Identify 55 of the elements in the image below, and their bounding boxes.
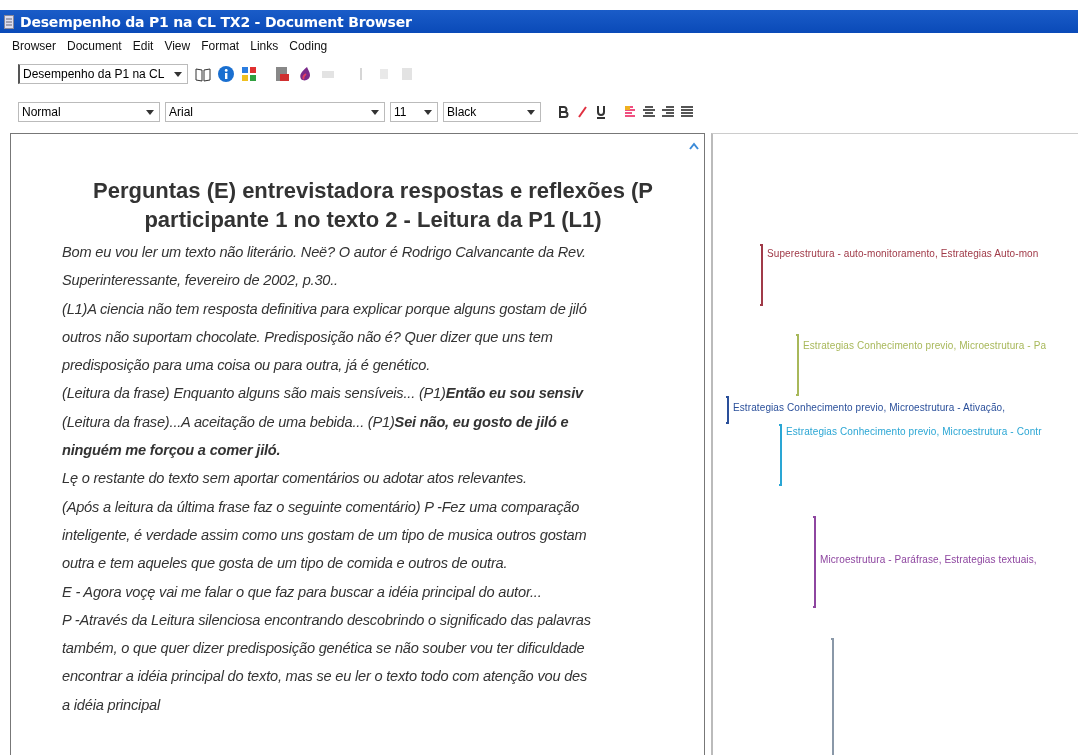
document-icon — [4, 14, 14, 29]
color-dropdown[interactable]: Black — [443, 102, 541, 122]
scroll-up-icon[interactable] — [689, 142, 699, 150]
text-line: predisposição para uma coisa ou para outra, já é genético. — [62, 356, 432, 376]
underline-icon[interactable] — [594, 105, 608, 119]
code-label: Estrategias Conhecimento previo, Microestrutura - Contr — [786, 426, 1042, 437]
menu-item[interactable]: View — [164, 39, 191, 59]
font-size-dropdown[interactable]: 11 — [390, 102, 438, 122]
caret-icon — [424, 109, 432, 115]
info-icon[interactable] — [218, 66, 234, 82]
menu-item[interactable]: Browser — [12, 39, 56, 59]
text-line: outros não suportam chocolate. Predisposição não é? Quer dizer que uns tem — [62, 327, 554, 347]
text-line: outra e tem aqueles que gosta de um tipo de comida e outros de outra. — [62, 554, 509, 574]
font-dropdown[interactable]: Arial — [165, 102, 385, 122]
text-line: Lę o restante do texto sem aportar comentários ou adotar atos relevantes. — [62, 469, 528, 489]
code-label: Microestrutura - Paráfrase, Estrategias textuais, — [820, 554, 1037, 565]
code-label: Estrategias Conhecimento previo, Microestrutura - Ativação, — [733, 402, 1006, 413]
caret-icon — [527, 109, 535, 115]
document-dropdown[interactable]: Desempenho da P1 na CL — [18, 64, 188, 84]
book-icon[interactable] — [195, 66, 211, 82]
menu-item[interactable]: Document — [67, 39, 122, 59]
menu-item[interactable]: Format — [201, 39, 240, 59]
text-line: inteligente, é verdade assim como uns gostam de um tipo de musica outros gostam — [62, 525, 588, 545]
menu-item[interactable]: Coding — [289, 39, 328, 59]
text-line: Superinteressante, fevereiro de 2002, p.30.. — [62, 271, 339, 291]
window-title: Desempenho da P1 na CL TX2 - Document Browser — [20, 13, 412, 30]
text-line: (Após a leitura da última frase faz o seguinte comentário) P -Fez uma comparação — [62, 497, 581, 517]
document-heading: Perguntas (E) entrevistadora respostas e reflexões (P participante 1 no texto 2 - Leitura da P1 (L1) — [92, 177, 654, 234]
menu-item[interactable]: Edit — [132, 39, 154, 59]
text-line: (Leitura da frase) Enquanto alguns são mais sensíveis... (P1)Então eu sou sensiv — [62, 384, 585, 404]
text-line: P -Através da Leitura silenciosa encontrando descobrindo o significado das palavras — [62, 610, 592, 630]
caret-icon — [146, 109, 154, 115]
code-label: Superestrutura - auto-monitoramento, Estrategias Auto-mon — [767, 248, 1039, 259]
caret-icon — [371, 109, 379, 115]
align-right-icon[interactable] — [661, 105, 675, 119]
bold-icon[interactable] — [556, 105, 570, 119]
highlight-icon[interactable] — [623, 105, 637, 119]
style-dropdown[interactable]: Normal — [18, 102, 160, 122]
text-line: (Leitura da frase)...A aceitação de uma bebida... (P1)Sei não, eu gosto de jiló e — [62, 412, 570, 432]
text-line: a idéia principal — [62, 695, 162, 715]
justify-icon[interactable] — [680, 105, 694, 119]
text-line: encontrar a idéia principal do texto, mas se eu ler o texto todo com atenção vou des — [62, 667, 589, 687]
text-line: E - Agora voçę vai me falar o que faz para buscar a idéia principal do autor... — [62, 582, 543, 602]
caret-icon — [174, 71, 182, 77]
text-line: Bom eu vou ler um texto não literário. Neë? O autor é Rodrigo Calvancante da Rev. — [62, 243, 587, 262]
text-line: ninguém me forçou a comer jiló. — [62, 441, 282, 461]
ink-drop-icon[interactable] — [297, 66, 313, 82]
text-line: também, o que quer dizer predisposição genética se não souber vou ter dificuldade — [62, 639, 586, 659]
color-grid-icon[interactable] — [241, 66, 257, 82]
code-label: Estrategias Conhecimento previo, Microestrutura - Pa — [803, 340, 1047, 351]
align-center-icon[interactable] — [642, 105, 656, 119]
italic-icon[interactable] — [575, 105, 589, 119]
menu-item[interactable]: Links — [250, 39, 279, 59]
report-icon[interactable] — [274, 66, 290, 82]
text-line: (L1)A ciencia não tem resposta definitiva para explicar porque alguns gostam de jiló — [62, 299, 588, 319]
